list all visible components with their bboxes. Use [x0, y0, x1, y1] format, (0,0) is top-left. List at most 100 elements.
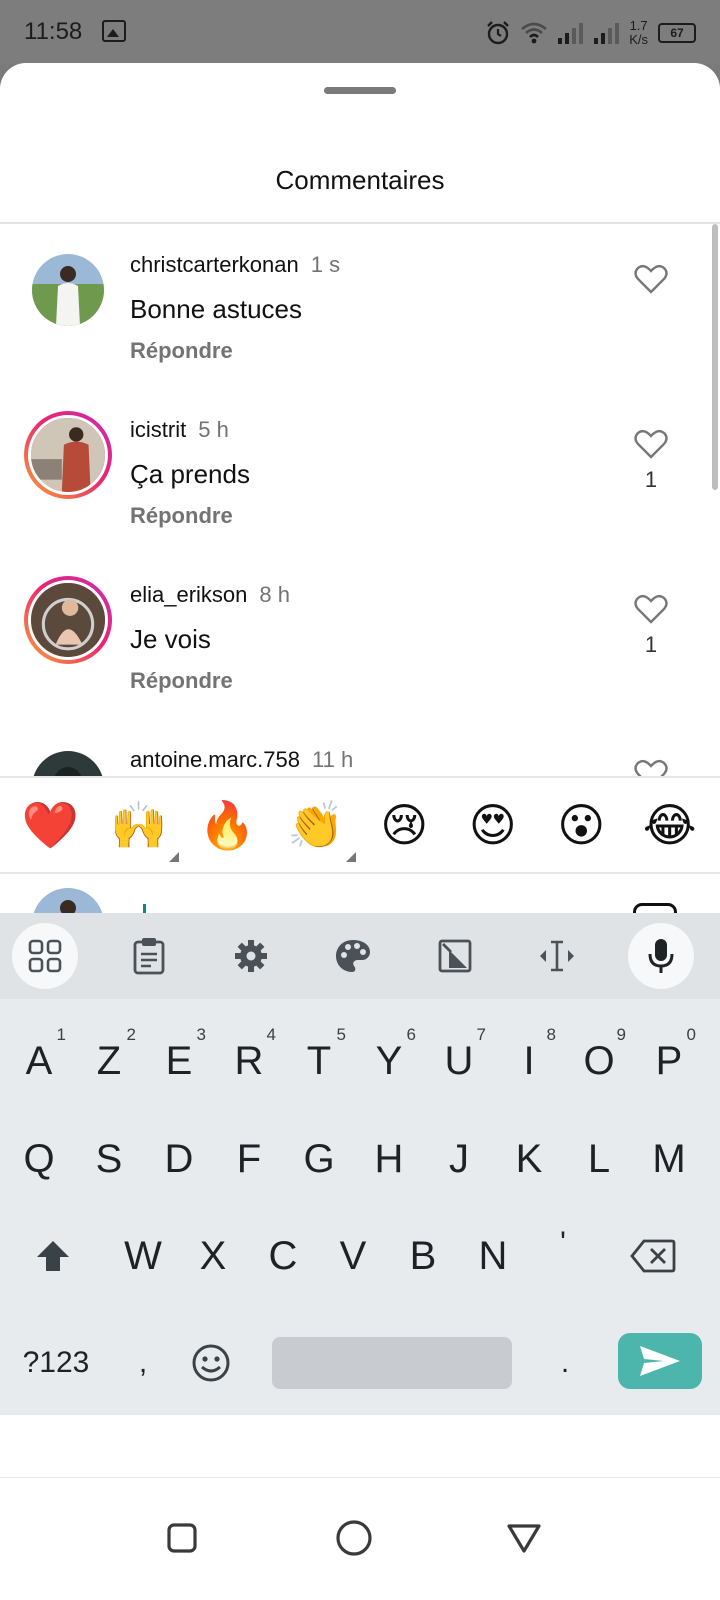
emoji-surprised-face[interactable]: 😮: [545, 802, 617, 848]
emoji-clapping-hands[interactable]: 👏: [280, 802, 356, 862]
smiley-icon: [192, 1344, 230, 1382]
key-d[interactable]: D: [144, 1119, 214, 1199]
clipboard-icon[interactable]: [116, 923, 182, 989]
key-m[interactable]: M: [634, 1119, 704, 1199]
key-w[interactable]: W: [108, 1216, 178, 1296]
key-h[interactable]: H: [354, 1119, 424, 1199]
alarm-icon: [487, 21, 510, 45]
reply-button[interactable]: Répondre: [130, 338, 233, 364]
key-b[interactable]: B: [388, 1216, 458, 1296]
heart-outline-icon[interactable]: [634, 264, 668, 294]
key-i[interactable]: I8: [494, 1021, 564, 1101]
key-k[interactable]: K: [494, 1119, 564, 1199]
key-c[interactable]: C: [248, 1216, 318, 1296]
sheet-title: Commentaires: [275, 165, 445, 195]
key-s[interactable]: S: [74, 1119, 144, 1199]
keyboard-toolbar: [0, 913, 720, 999]
battery-icon: 67: [658, 23, 696, 43]
key-l[interactable]: L: [564, 1119, 634, 1199]
avatar-photo: [31, 583, 105, 657]
system-nav-bar: [0, 1477, 720, 1600]
avatar[interactable]: [32, 254, 104, 326]
emoji-tears-of-joy[interactable]: 😂: [634, 802, 706, 848]
comments-sheet: Commentaires christcarterkonan 1 s Bonne …: [0, 63, 720, 1600]
key-apostrophe[interactable]: ': [528, 1203, 598, 1283]
text-cursor-move-icon[interactable]: [524, 923, 590, 989]
key-z[interactable]: Z2: [74, 1021, 144, 1101]
key-y[interactable]: Y6: [354, 1021, 424, 1101]
drag-handle[interactable]: [324, 87, 396, 94]
key-p[interactable]: P0: [634, 1021, 704, 1101]
key-j[interactable]: J: [424, 1119, 494, 1199]
emoji-heart-eyes[interactable]: 😍: [457, 802, 529, 848]
shift-key[interactable]: [18, 1216, 88, 1296]
recents-square-icon[interactable]: [152, 1508, 212, 1568]
key-x[interactable]: X: [178, 1216, 248, 1296]
comment-username[interactable]: christcarterkonan: [130, 252, 299, 277]
like-count: 1: [644, 632, 658, 657]
comment-item: antoine.marc.758 11 h: [0, 719, 720, 778]
key-g[interactable]: G: [284, 1119, 354, 1199]
one-handed-mode-icon[interactable]: [422, 923, 488, 989]
status-bar: 11:58 1.7 K/s 67: [0, 0, 720, 64]
space-bar[interactable]: [272, 1337, 512, 1389]
status-icons: 1.7 K/s 67: [485, 16, 696, 50]
network-speed: 1.7 K/s: [629, 18, 648, 47]
comment-text: Je vois: [130, 624, 211, 654]
comment-username[interactable]: antoine.marc.758: [130, 747, 300, 772]
reply-button[interactable]: Répondre: [130, 668, 233, 694]
apps-grid-icon[interactable]: [12, 923, 78, 989]
status-time: 11:58: [24, 18, 83, 45]
comment-header: elia_erikson 8 h: [130, 582, 290, 608]
avatar[interactable]: [32, 751, 104, 778]
emoji-raising-hands[interactable]: 🙌: [103, 802, 179, 862]
comment-text: Bonne astuces: [130, 294, 303, 324]
wifi-icon: [521, 22, 548, 44]
comment-username[interactable]: elia_erikson: [130, 582, 247, 607]
emoji-key[interactable]: [176, 1323, 246, 1403]
comment-item: icistrit 5 h Ça prends Répondre 1: [0, 389, 720, 554]
key-f[interactable]: F: [214, 1119, 284, 1199]
heart-outline-icon[interactable]: [634, 594, 668, 624]
send-key[interactable]: [618, 1333, 702, 1389]
comment-time: 11 h: [312, 747, 354, 772]
avatar-story-ring[interactable]: [24, 576, 112, 664]
heart-outline-icon[interactable]: [634, 429, 668, 459]
like-count: 1: [644, 467, 658, 492]
emoji-crying-face[interactable]: 😢: [368, 802, 440, 848]
key-r[interactable]: R4: [214, 1021, 284, 1101]
key-o[interactable]: O9: [564, 1021, 634, 1101]
avatar-story-ring[interactable]: [24, 411, 112, 499]
key-v[interactable]: V: [318, 1216, 388, 1296]
backspace-icon: [630, 1239, 676, 1273]
comment-header: christcarterkonan 1 s: [130, 252, 340, 278]
emoji-fire[interactable]: 🔥: [191, 802, 263, 848]
key-q[interactable]: Q: [4, 1119, 74, 1199]
back-triangle-icon[interactable]: [494, 1508, 554, 1568]
signal-2-icon: [594, 23, 620, 44]
backspace-key[interactable]: [618, 1216, 688, 1296]
home-circle-icon[interactable]: [324, 1508, 384, 1568]
signal-1-icon: [558, 23, 584, 44]
settings-gear-icon[interactable]: [218, 923, 284, 989]
comma-key[interactable]: ,: [108, 1323, 178, 1403]
palette-icon[interactable]: [320, 923, 386, 989]
avatar-photo: [32, 254, 104, 326]
key-t[interactable]: T5: [284, 1021, 354, 1101]
comment-time: 5 h: [198, 417, 229, 442]
key-e[interactable]: E3: [144, 1021, 214, 1101]
comment-list[interactable]: christcarterkonan 1 s Bonne astuces Répon…: [0, 224, 720, 778]
key-u[interactable]: U7: [424, 1021, 494, 1101]
reply-button[interactable]: Répondre: [130, 503, 233, 529]
shift-arrow-icon: [37, 1241, 69, 1271]
key-a[interactable]: A1: [4, 1021, 74, 1101]
comment-username[interactable]: icistrit: [130, 417, 186, 442]
symbols-key[interactable]: ?123: [16, 1323, 96, 1403]
comment-text: Ça prends: [130, 459, 250, 489]
period-key[interactable]: .: [530, 1323, 600, 1403]
comment-item: elia_erikson 8 h Je vois Répondre 1: [0, 554, 720, 719]
microphone-icon[interactable]: [628, 923, 694, 989]
keyboard: A1 Z2 E3 R4 T5 Y6 U7 I8 O9 P0 Q S D F G …: [0, 913, 720, 1415]
key-n[interactable]: N: [458, 1216, 528, 1296]
emoji-red-heart[interactable]: ❤️: [14, 802, 86, 848]
